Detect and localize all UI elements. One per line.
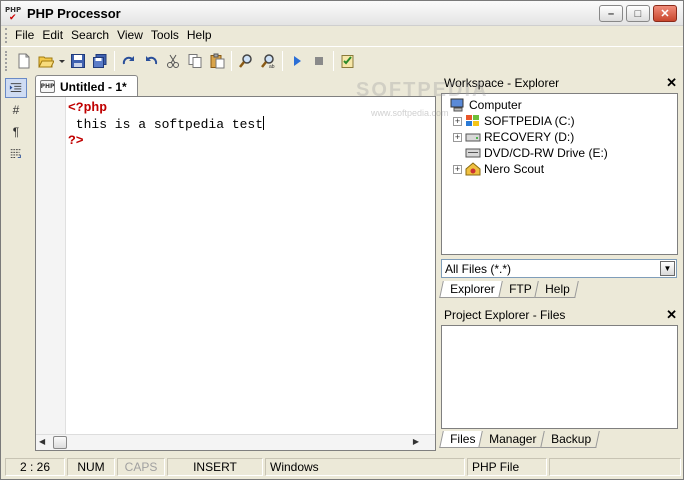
chevron-down-icon[interactable]: ▼ bbox=[660, 261, 675, 276]
menubar-grip[interactable] bbox=[5, 28, 9, 43]
menu-tools[interactable]: Tools bbox=[149, 26, 185, 45]
num-lock-indicator: NUM bbox=[67, 458, 115, 476]
project-files-list[interactable] bbox=[441, 325, 678, 429]
tab-label: Untitled - 1* bbox=[60, 79, 127, 94]
code-line-2: this is a softpedia test bbox=[68, 116, 265, 133]
tree-label: RECOVERY (D:) bbox=[484, 130, 575, 144]
project-explorer-header: Project Explorer - Files ✕ bbox=[442, 306, 680, 324]
workspace-tree[interactable]: Computer + SOFTPEDIA (C:) + RECOVERY (D:… bbox=[441, 93, 678, 255]
toolbar-separator bbox=[231, 50, 232, 71]
windows-drive-icon bbox=[466, 115, 479, 126]
open-file-icon[interactable] bbox=[35, 50, 57, 72]
new-file-icon[interactable] bbox=[13, 50, 35, 72]
window-title: PHP Processor bbox=[27, 6, 121, 21]
scroll-left-icon[interactable]: ◀ bbox=[39, 437, 45, 446]
tab-help[interactable]: Help bbox=[534, 281, 579, 298]
editor-gutter bbox=[36, 97, 66, 434]
close-button[interactable]: ✕ bbox=[653, 5, 677, 22]
text-caret bbox=[263, 116, 265, 130]
tree-label: DVD/CD-RW Drive (E:) bbox=[484, 146, 608, 160]
menu-bar: File Edit Search View Tools Help bbox=[1, 26, 683, 45]
tab-untitled-1[interactable]: PHP Untitled - 1* bbox=[35, 75, 138, 97]
caps-lock-indicator: CAPS bbox=[117, 458, 165, 476]
toolbar-separator bbox=[333, 50, 334, 71]
line-ending-indicator: Windows bbox=[265, 458, 465, 476]
minimize-button[interactable]: – bbox=[599, 5, 623, 22]
php-file-icon: PHP bbox=[40, 80, 55, 93]
undo-icon[interactable] bbox=[140, 50, 162, 72]
pilcrow-icon[interactable]: ¶ bbox=[5, 122, 27, 142]
title-bar[interactable]: PHP ✔ PHP Processor – □ ✕ bbox=[1, 1, 683, 26]
horizontal-scrollbar[interactable]: ◀ ▶ bbox=[36, 434, 435, 450]
maximize-button[interactable]: □ bbox=[626, 5, 650, 22]
line-numbers-icon[interactable]: # bbox=[5, 100, 27, 120]
paste-icon[interactable] bbox=[206, 50, 228, 72]
nero-scout-icon bbox=[465, 162, 481, 176]
tree-label: SOFTPEDIA (C:) bbox=[484, 114, 575, 128]
dvd-drive-icon bbox=[465, 148, 481, 158]
find-icon[interactable] bbox=[235, 50, 257, 72]
tree-label: Nero Scout bbox=[484, 162, 545, 176]
expand-icon[interactable]: + bbox=[453, 164, 462, 174]
toolbar-grip[interactable] bbox=[5, 50, 9, 71]
insert-mode-indicator: INSERT bbox=[167, 458, 263, 476]
code-line-1: <?php bbox=[68, 100, 108, 115]
code-editor[interactable]: <?php this is a softpedia test ?> ◀ ▶ bbox=[35, 96, 436, 451]
scroll-right-icon[interactable]: ▶ bbox=[413, 437, 419, 446]
file-type-indicator: PHP File bbox=[467, 458, 547, 476]
workspace-tabs: Explorer FTP Help bbox=[439, 281, 579, 298]
tree-item-dvd-e[interactable]: + DVD/CD-RW Drive (E:) bbox=[453, 145, 608, 161]
tree-item-recovery-d[interactable]: + RECOVERY (D:) bbox=[453, 129, 574, 145]
tab-files[interactable]: Files bbox=[439, 431, 485, 448]
menu-view[interactable]: View bbox=[115, 26, 149, 45]
tree-item-softpedia-c[interactable]: + SOFTPEDIA (C:) bbox=[453, 113, 575, 129]
save-icon[interactable] bbox=[67, 50, 89, 72]
left-toolbar: # ¶ bbox=[5, 77, 31, 455]
word-wrap-icon[interactable] bbox=[5, 144, 27, 164]
menu-edit[interactable]: Edit bbox=[40, 26, 69, 45]
project-explorer-title: Project Explorer - Files bbox=[444, 308, 566, 322]
watermark: SOFTPEDIA bbox=[356, 79, 489, 101]
main-toolbar: ab bbox=[1, 46, 683, 74]
php-app-icon: PHP ✔ bbox=[5, 6, 22, 23]
svg-text:ab: ab bbox=[269, 64, 275, 69]
expand-icon[interactable]: + bbox=[453, 132, 462, 142]
checklist-icon[interactable] bbox=[337, 50, 359, 72]
expand-icon[interactable]: + bbox=[453, 116, 462, 126]
cut-icon[interactable] bbox=[162, 50, 184, 72]
drive-icon bbox=[465, 133, 481, 142]
file-filter-select[interactable]: All Files (*.*) ▼ bbox=[441, 259, 677, 278]
watermark-url: www.softpedia.com bbox=[371, 108, 449, 118]
indent-icon[interactable] bbox=[5, 78, 27, 98]
stop-icon[interactable] bbox=[308, 50, 330, 72]
status-empty bbox=[549, 458, 681, 476]
file-filter-value: All Files (*.*) bbox=[445, 261, 512, 276]
cursor-position: 2 : 26 bbox=[5, 458, 65, 476]
tab-backup[interactable]: Backup bbox=[539, 431, 600, 448]
menu-help[interactable]: Help bbox=[185, 26, 218, 45]
tab-explorer[interactable]: Explorer bbox=[439, 281, 504, 298]
code-line-3: ?> bbox=[68, 133, 84, 148]
find-replace-icon[interactable]: ab bbox=[257, 50, 279, 72]
menu-search[interactable]: Search bbox=[69, 26, 115, 45]
close-workspace-icon[interactable]: ✕ bbox=[666, 75, 677, 91]
toolbar-separator bbox=[282, 50, 283, 71]
copy-icon[interactable] bbox=[184, 50, 206, 72]
status-bar: 2 : 26 NUM CAPS INSERT Windows PHP File bbox=[1, 456, 683, 478]
code-text[interactable]: <?php this is a softpedia test ?> bbox=[68, 100, 265, 149]
scroll-thumb[interactable] bbox=[53, 436, 67, 449]
tab-manager[interactable]: Manager bbox=[478, 431, 546, 448]
save-all-icon[interactable] bbox=[89, 50, 111, 72]
toolbar-separator bbox=[114, 50, 115, 71]
close-project-icon[interactable]: ✕ bbox=[666, 307, 677, 323]
open-dropdown-icon[interactable] bbox=[57, 50, 67, 72]
redo-icon[interactable] bbox=[118, 50, 140, 72]
tree-item-nero-scout[interactable]: + Nero Scout bbox=[453, 161, 544, 177]
code-line-2-text: this is a softpedia test bbox=[68, 117, 264, 132]
menu-file[interactable]: File bbox=[13, 26, 40, 45]
project-tabs: Files Manager Backup bbox=[439, 431, 600, 448]
app-window: PHP ✔ PHP Processor – □ ✕ File Edit Searc… bbox=[0, 0, 684, 480]
run-icon[interactable] bbox=[286, 50, 308, 72]
